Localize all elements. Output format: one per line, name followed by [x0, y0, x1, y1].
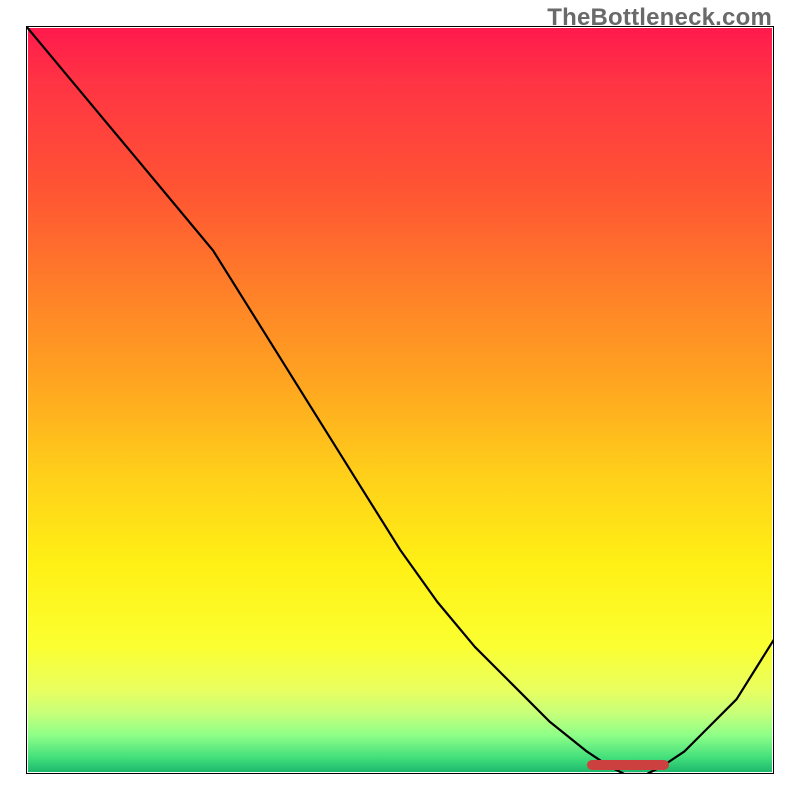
- bottleneck-line-plot: [26, 26, 774, 774]
- optimal-range-marker: [587, 760, 669, 770]
- bottleneck-curve-path: [26, 26, 774, 774]
- chart-container: TheBottleneck.com: [0, 0, 800, 800]
- plot-area: [26, 26, 774, 774]
